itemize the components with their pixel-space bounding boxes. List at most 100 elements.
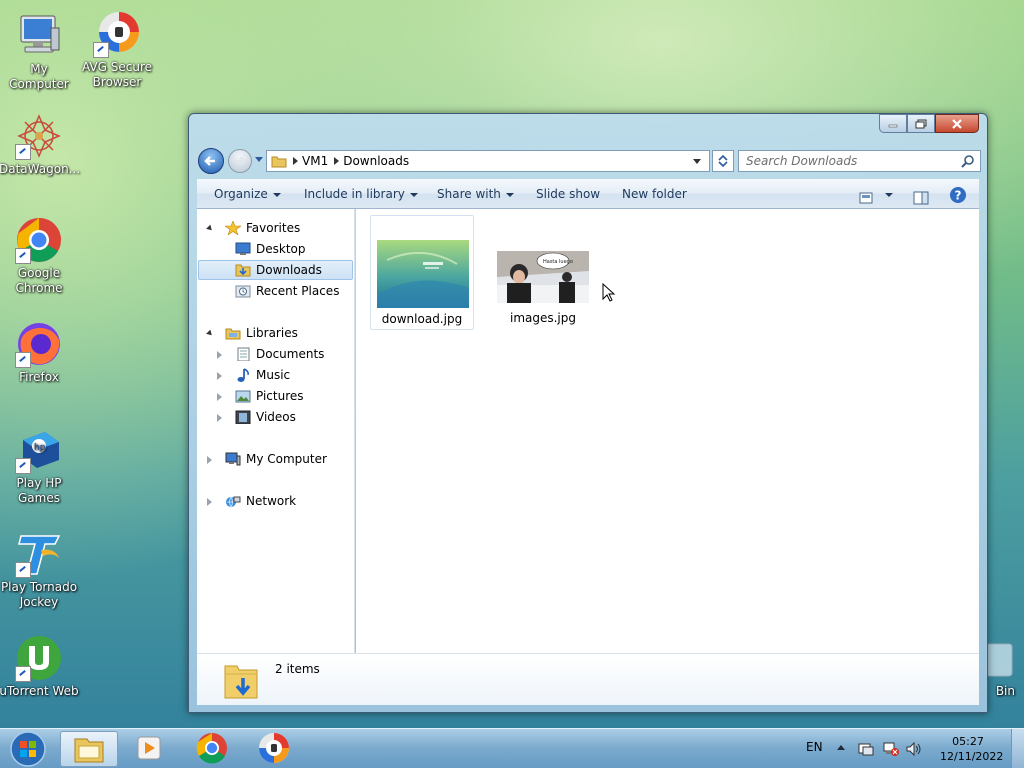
desktop-icon-firefox[interactable]: Firefox	[0, 320, 79, 385]
taskbar-media-player-button[interactable]	[132, 731, 168, 767]
desktop-icon-google-chrome[interactable]: Google Chrome	[0, 216, 79, 296]
firefox-icon	[15, 320, 63, 368]
file-item-download-jpg[interactable]: download.jpg	[370, 215, 474, 330]
download-jpg-thumbnail	[377, 240, 469, 308]
maximize-button[interactable]	[907, 114, 935, 133]
file-item-images-jpg[interactable]: Hasta luego images.jpg	[491, 215, 595, 330]
clock[interactable]: 05:27 12/11/2022	[940, 734, 1004, 764]
help-button[interactable]: ?	[949, 185, 967, 203]
nav-item-desktop[interactable]: Desktop	[235, 239, 306, 260]
desktop-icon-datawagon[interactable]: DataWagon...	[0, 112, 80, 177]
shortcut-arrow-icon	[15, 458, 31, 474]
show-desktop-button[interactable]	[1011, 729, 1024, 768]
windows-start-icon	[10, 731, 46, 767]
avg-browser-icon	[259, 733, 289, 763]
expand-arrow-icon[interactable]	[217, 372, 222, 380]
breadcrumb-downloads[interactable]: Downloads	[343, 154, 409, 168]
close-button[interactable]	[935, 114, 979, 133]
expand-arrow-icon[interactable]	[217, 414, 222, 422]
breadcrumb-separator-icon[interactable]	[293, 157, 298, 165]
computer-icon	[15, 12, 63, 60]
forward-button[interactable]	[228, 149, 252, 173]
change-view-button[interactable]	[859, 186, 873, 204]
new-folder-label: New folder	[622, 187, 687, 201]
nav-item-downloads[interactable]: Downloads	[235, 260, 322, 281]
address-bar[interactable]: VM1 Downloads	[266, 150, 710, 172]
volume-icon[interactable]	[905, 741, 923, 757]
images-jpg-thumbnail: Hasta luego	[497, 251, 589, 303]
taskbar-avg-browser-button[interactable]	[256, 731, 292, 767]
view-icon	[859, 192, 873, 204]
refresh-button[interactable]	[712, 150, 734, 172]
explorer-window[interactable]: VM1 Downloads Search Downloads Organize …	[188, 113, 988, 713]
item-count: 2 items	[275, 662, 320, 676]
libraries-icon	[225, 328, 241, 339]
expand-arrow-icon[interactable]	[217, 393, 222, 401]
shortcut-arrow-icon	[15, 144, 31, 160]
taskbar-chrome-button[interactable]	[194, 731, 230, 767]
nav-item-label: Downloads	[256, 263, 322, 277]
star-icon	[225, 220, 241, 235]
file-name: download.jpg	[381, 312, 463, 326]
breadcrumb-separator-icon[interactable]	[334, 157, 340, 165]
nav-item-documents[interactable]: Documents	[217, 344, 324, 365]
back-arrow-icon	[204, 156, 215, 166]
desktop-icon-tornado-jockey[interactable]: Play Tornado Jockey	[0, 530, 79, 610]
nav-item-network[interactable]: Network	[207, 491, 297, 512]
refresh-icon	[718, 154, 728, 168]
datawagon-icon	[15, 112, 63, 160]
desktop-icon-hp-games[interactable]: hp Play HP Games	[0, 426, 79, 506]
action-center-flag-icon[interactable]	[857, 741, 875, 757]
organize-button[interactable]: Organize	[214, 179, 281, 209]
file-list[interactable]: download.jpg Hasta luego images.jpg	[356, 209, 979, 653]
folder-icon	[271, 156, 287, 168]
chrome-icon	[196, 733, 227, 764]
expand-arrow-icon[interactable]	[206, 224, 214, 233]
share-with-button[interactable]: Share with	[437, 179, 514, 209]
nav-item-label: Recent Places	[256, 284, 340, 298]
show-hidden-icons-icon[interactable]	[836, 743, 846, 751]
nav-item-libraries[interactable]: Libraries	[206, 323, 298, 344]
expand-arrow-icon[interactable]	[206, 329, 214, 338]
desktop-icon-label: AVG Secure Browser	[81, 60, 153, 89]
forward-arrow-icon	[235, 156, 246, 166]
minimize-button[interactable]	[879, 114, 907, 133]
back-button[interactable]	[198, 148, 224, 174]
desktop-icon-label: uTorrent Web	[0, 684, 79, 698]
desktop-icon-my-computer[interactable]: My Computer	[0, 12, 79, 92]
nav-item-music[interactable]: Music	[217, 365, 291, 386]
include-in-library-button[interactable]: Include in library	[304, 179, 418, 209]
new-folder-button[interactable]: New folder	[622, 179, 687, 209]
clock-time: 05:27	[952, 735, 984, 748]
nav-item-favorites[interactable]: Favorites	[206, 218, 300, 239]
nav-item-my-computer[interactable]: My Computer	[207, 449, 327, 470]
downloads-folder-icon	[235, 264, 251, 276]
recent-places-icon	[235, 285, 251, 297]
nav-item-label: Videos	[256, 410, 296, 424]
desktop-icon-utorrent[interactable]: uTorrent Web	[0, 634, 79, 699]
chevron-down-icon	[885, 192, 893, 197]
slide-show-button[interactable]: Slide show	[536, 179, 600, 209]
nav-item-recent-places[interactable]: Recent Places	[235, 281, 339, 302]
network-disconnected-icon[interactable]	[882, 741, 900, 757]
clock-date: 12/11/2022	[940, 750, 1004, 763]
nav-item-pictures[interactable]: Pictures	[217, 386, 304, 407]
desktop-icon-label: Google Chrome	[15, 266, 63, 295]
breadcrumb-vm1[interactable]: VM1	[302, 154, 328, 168]
recent-pages-dropdown[interactable]	[255, 157, 263, 162]
language-indicator[interactable]: EN	[806, 740, 823, 754]
nav-item-label: Music	[256, 368, 291, 382]
view-options-dropdown[interactable]	[880, 179, 893, 209]
expand-arrow-icon[interactable]	[207, 456, 212, 464]
address-dropdown-icon[interactable]	[693, 158, 701, 164]
preview-pane-button[interactable]	[913, 186, 929, 205]
expand-arrow-icon[interactable]	[207, 498, 212, 506]
expand-arrow-icon[interactable]	[217, 351, 222, 359]
search-input[interactable]: Search Downloads	[738, 150, 981, 172]
nav-item-label: Network	[246, 494, 297, 508]
start-button[interactable]	[6, 729, 50, 768]
nav-item-videos[interactable]: Videos	[217, 407, 296, 428]
desktop-icon-avg-browser[interactable]: AVG Secure Browser	[77, 10, 157, 90]
taskbar-explorer-button[interactable]	[60, 731, 118, 767]
chevron-down-icon	[505, 192, 514, 197]
